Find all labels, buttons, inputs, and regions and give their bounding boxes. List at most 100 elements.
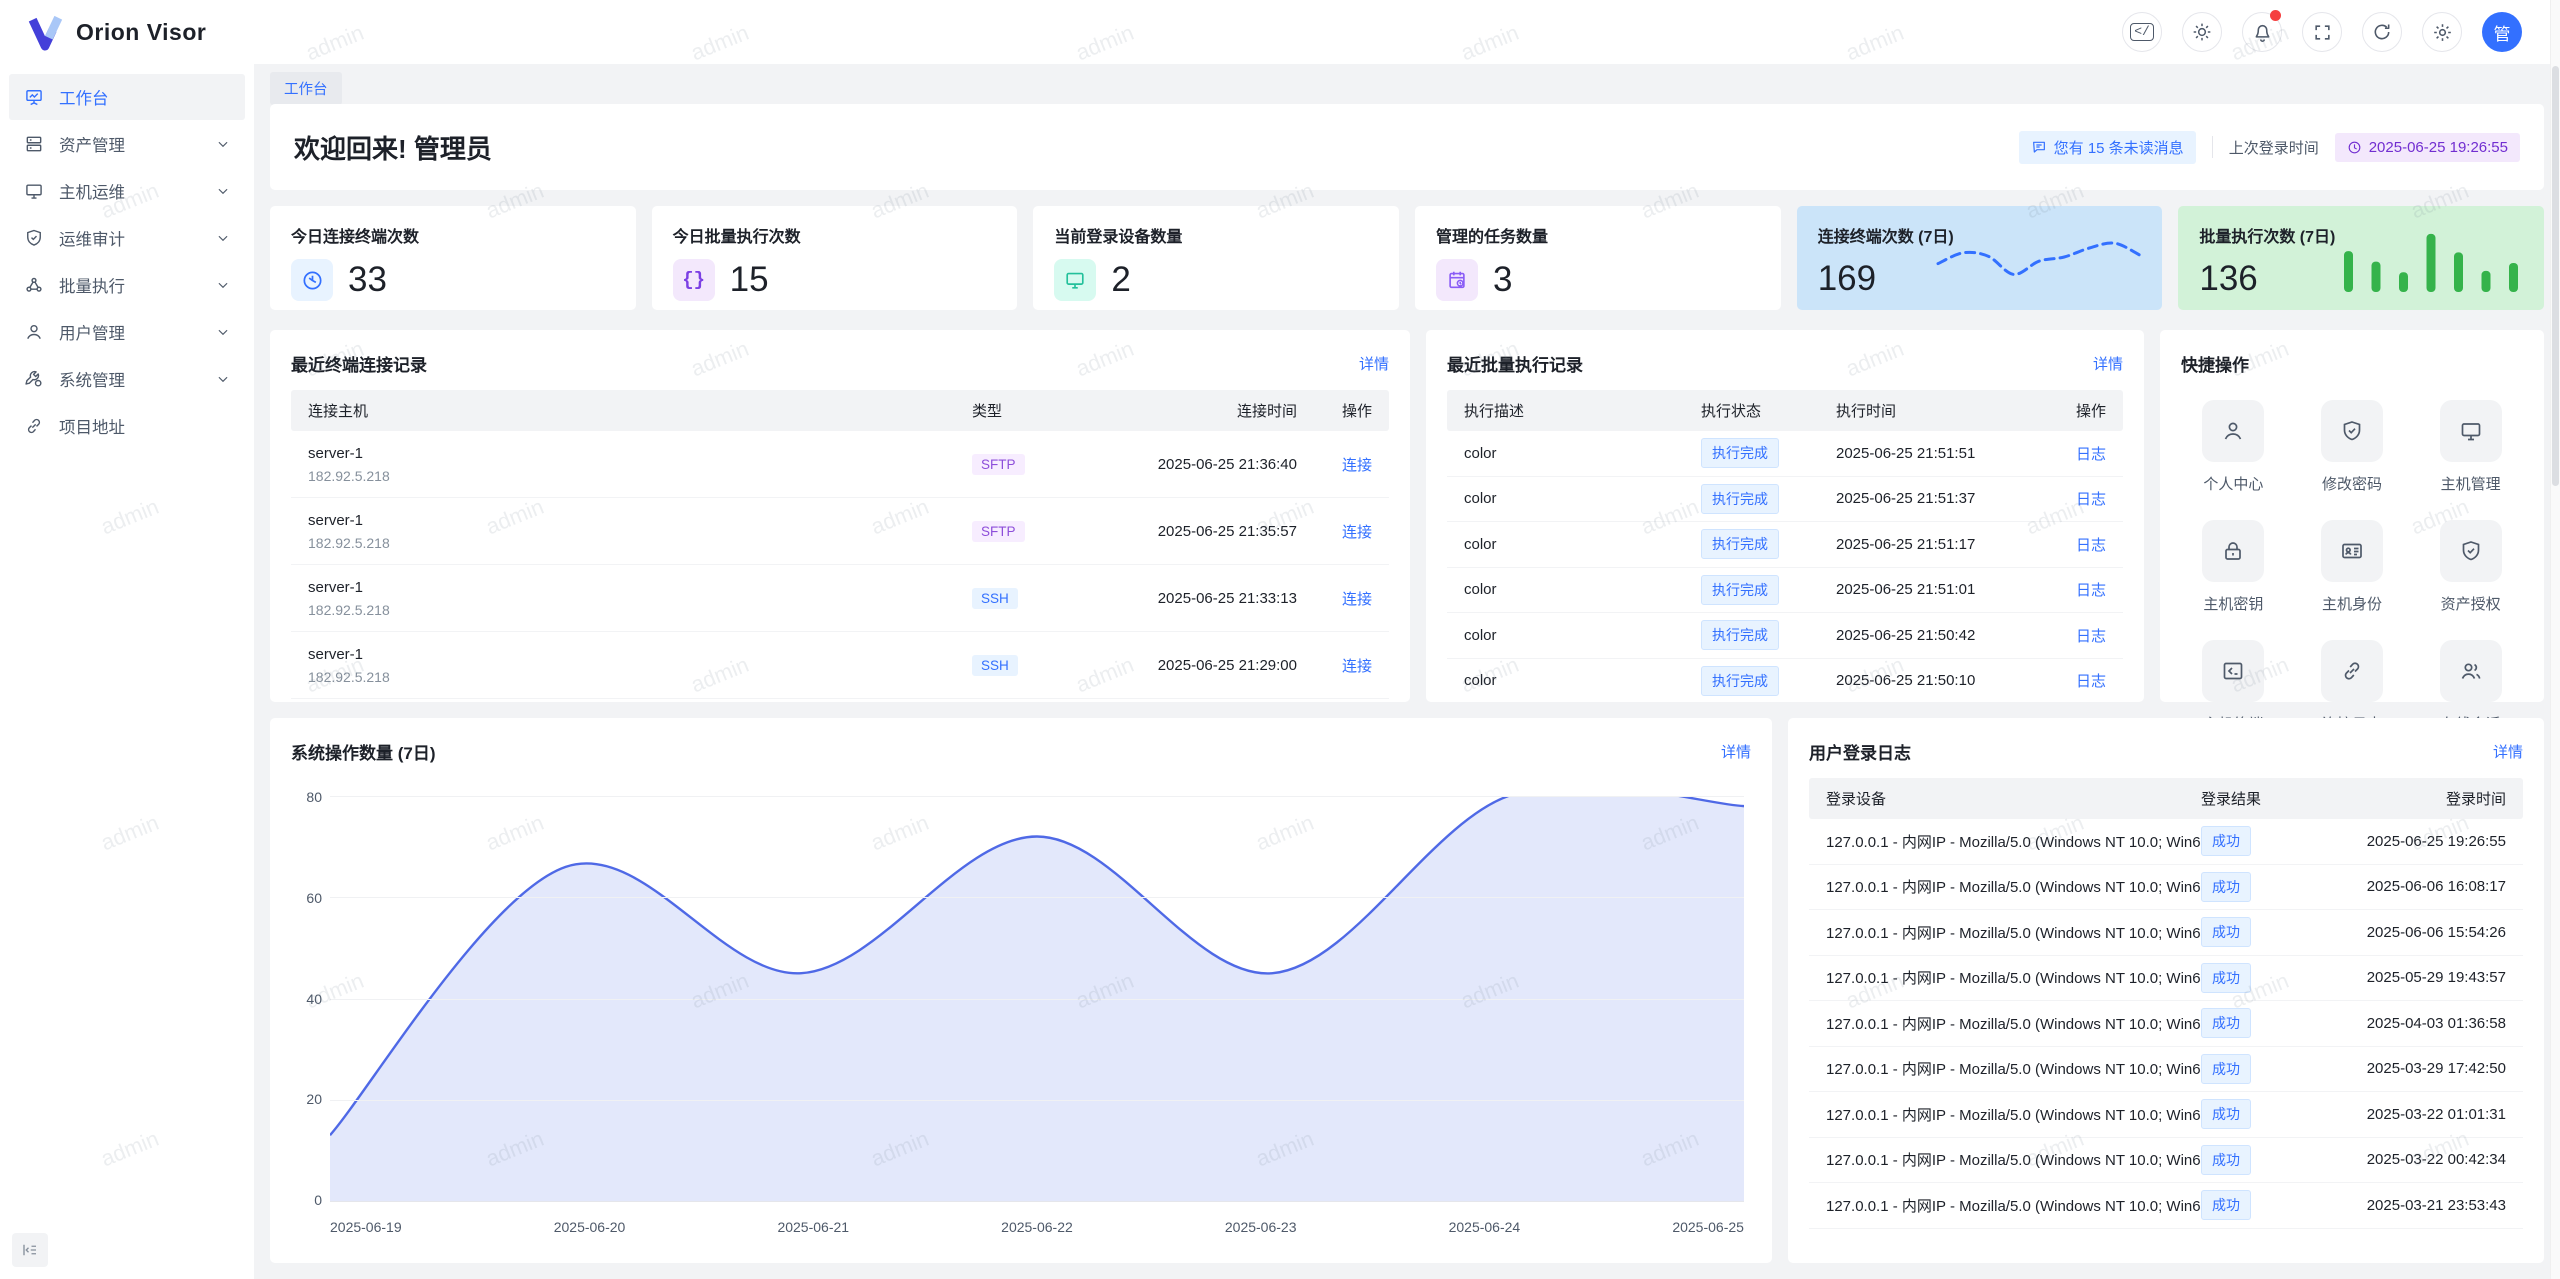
column-header: 操作 bbox=[1297, 400, 1372, 421]
quick-action-label: 主机密钥 bbox=[2203, 593, 2263, 614]
stat-value: 136 bbox=[2199, 259, 2257, 299]
quick-action-profile[interactable]: 个人中心 bbox=[2174, 400, 2293, 494]
monitor-icon bbox=[1064, 269, 1086, 291]
host-name: server-1 bbox=[308, 579, 972, 596]
execution-time: 2025-06-25 21:50:10 bbox=[1836, 672, 2051, 689]
log-link[interactable]: 日志 bbox=[2076, 446, 2106, 463]
host-ip: 182.92.5.218 bbox=[308, 669, 972, 685]
x-tick-label: 2025-06-24 bbox=[1449, 1219, 1521, 1235]
table-header: 执行描述 执行状态 执行时间 操作 bbox=[1447, 390, 2123, 431]
connect-link[interactable]: 连接 bbox=[1342, 658, 1372, 675]
sidebar-nav: 工作台 资产管理 主机运维 运维审计 批量执行 bbox=[0, 64, 254, 1279]
log-link[interactable]: 日志 bbox=[2076, 537, 2106, 554]
unread-messages-badge[interactable]: 您有 15 条未读消息 bbox=[2019, 131, 2196, 164]
login-detail-link[interactable]: 详情 bbox=[2493, 741, 2523, 762]
table-row: color 执行完成 2025-06-25 21:51:01 日志 bbox=[1447, 568, 2123, 614]
sidebar-item-label: 系统管理 bbox=[59, 367, 125, 391]
chart-detail-link[interactable]: 详情 bbox=[1721, 741, 1751, 762]
log-link[interactable]: 日志 bbox=[2076, 628, 2106, 645]
login-time: 2025-06-06 15:54:26 bbox=[2306, 924, 2506, 941]
table-row: color 执行完成 2025-06-25 21:50:42 日志 bbox=[1447, 613, 2123, 659]
host-name: server-1 bbox=[308, 512, 972, 529]
quick-action-host-keys[interactable]: 主机密钥 bbox=[2174, 520, 2293, 614]
sidebar-item-batch[interactable]: 批量执行 bbox=[9, 262, 245, 308]
login-device: 127.0.0.1 - 内网IP - Mozilla/5.0 (Windows … bbox=[1826, 1013, 2201, 1034]
connection-type-badge: SFTP bbox=[972, 521, 1025, 542]
sidebar-item-label: 用户管理 bbox=[59, 320, 125, 344]
quick-action-asset-authorization[interactable]: 资产授权 bbox=[2411, 520, 2530, 614]
quick-action-host-management[interactable]: 主机管理 bbox=[2411, 400, 2530, 494]
connection-time: 2025-06-25 21:35:57 bbox=[1072, 523, 1297, 540]
quick-action-change-password[interactable]: 修改密码 bbox=[2293, 400, 2412, 494]
quick-action-host-identity[interactable]: 主机身份 bbox=[2293, 520, 2412, 614]
sparkline-path bbox=[1938, 243, 2140, 274]
quick-action-label: 主机身份 bbox=[2322, 593, 2382, 614]
log-link[interactable]: 日志 bbox=[2076, 491, 2106, 508]
table-header: 连接主机 类型 连接时间 操作 bbox=[291, 390, 1389, 431]
sidebar-item-label: 资产管理 bbox=[59, 132, 125, 156]
table-row: color 执行完成 2025-06-25 21:51:51 日志 bbox=[1447, 431, 2123, 477]
sidebar-item-audit[interactable]: 运维审计 bbox=[9, 215, 245, 261]
task-calendar-icon bbox=[1446, 269, 1468, 291]
message-icon bbox=[2031, 139, 2047, 155]
connect-link[interactable]: 连接 bbox=[1342, 457, 1372, 474]
page-scrollbar[interactable] bbox=[2550, 0, 2560, 1279]
terminal-detail-link[interactable]: 详情 bbox=[1359, 353, 1389, 374]
x-tick-label: 2025-06-19 bbox=[330, 1219, 402, 1235]
host-name: server-1 bbox=[308, 445, 972, 462]
sidebar-item-project-link[interactable]: 项目地址 bbox=[9, 403, 245, 449]
execution-status-badge: 执行完成 bbox=[1701, 529, 1779, 559]
execution-description: color bbox=[1464, 627, 1701, 644]
login-time: 2025-05-29 19:43:57 bbox=[2306, 969, 2506, 986]
login-result-badge: 成功 bbox=[2201, 1145, 2251, 1175]
table-row: server-1 182.92.5.218 SSH 2025-06-25 21:… bbox=[291, 565, 1389, 632]
log-link[interactable]: 日志 bbox=[2076, 582, 2106, 599]
login-device: 127.0.0.1 - 内网IP - Mozilla/5.0 (Windows … bbox=[1826, 1058, 2201, 1079]
log-link[interactable]: 日志 bbox=[2076, 673, 2106, 690]
last-login-time: 2025-06-25 19:26:55 bbox=[2369, 139, 2508, 156]
shield-check-icon bbox=[2459, 539, 2483, 563]
theme-toggle-button[interactable] bbox=[2182, 12, 2222, 52]
user-icon bbox=[24, 322, 44, 342]
chevron-down-icon bbox=[216, 184, 230, 198]
sidebar-item-assets[interactable]: 资产管理 bbox=[9, 121, 245, 167]
connect-link[interactable]: 连接 bbox=[1342, 591, 1372, 608]
execution-time: 2025-06-25 21:51:37 bbox=[1836, 490, 2051, 507]
login-time: 2025-06-25 19:26:55 bbox=[2306, 833, 2506, 850]
asset-server-icon bbox=[24, 134, 44, 154]
sidebar-item-users[interactable]: 用户管理 bbox=[9, 309, 245, 355]
chart-plot-area bbox=[330, 796, 1744, 1201]
login-device: 127.0.0.1 - 内网IP - Mozilla/5.0 (Windows … bbox=[1826, 922, 2201, 943]
fullscreen-button[interactable] bbox=[2302, 12, 2342, 52]
refresh-button[interactable] bbox=[2362, 12, 2402, 52]
stat-cards-row: 今日连接终端次数 33 今日批量执行次数 {} 15 当前登录设备数量 bbox=[270, 206, 2544, 310]
sidebar-item-host-ops[interactable]: 主机运维 bbox=[9, 168, 245, 214]
column-header: 操作 bbox=[2051, 400, 2106, 421]
chevron-down-icon bbox=[216, 137, 230, 151]
table-row: 127.0.0.1 - 内网IP - Mozilla/5.0 (Windows … bbox=[1809, 1092, 2523, 1138]
code-view-button[interactable]: </ bbox=[2122, 12, 2162, 52]
scrollbar-thumb[interactable] bbox=[2552, 66, 2559, 486]
collapse-sidebar-icon bbox=[21, 1241, 39, 1259]
connect-link[interactable]: 连接 bbox=[1342, 524, 1372, 541]
notifications-button[interactable] bbox=[2242, 12, 2282, 52]
app-logo: Orion Visor bbox=[26, 13, 206, 51]
breadcrumb[interactable]: 工作台 bbox=[270, 72, 342, 105]
column-header: 执行描述 bbox=[1464, 400, 1701, 421]
column-header: 类型 bbox=[972, 400, 1072, 421]
stat-label: 今日连接终端次数 bbox=[291, 223, 615, 247]
settings-button[interactable] bbox=[2422, 12, 2462, 52]
sidebar-item-label: 运维审计 bbox=[59, 226, 125, 250]
sidebar-item-workbench[interactable]: 工作台 bbox=[9, 74, 245, 120]
batch-detail-link[interactable]: 详情 bbox=[2093, 353, 2123, 374]
host-ip: 182.92.5.218 bbox=[308, 468, 972, 484]
connection-type-badge: SFTP bbox=[972, 454, 1025, 475]
batch-7d-bars bbox=[2336, 216, 2526, 296]
sidebar-collapse-button[interactable] bbox=[12, 1233, 48, 1267]
execution-description: color bbox=[1464, 536, 1701, 553]
sidebar-item-system[interactable]: 系统管理 bbox=[9, 356, 245, 402]
x-tick-label: 2025-06-22 bbox=[1001, 1219, 1073, 1235]
user-avatar[interactable]: 管 bbox=[2482, 12, 2522, 52]
host-ip: 182.92.5.218 bbox=[308, 535, 972, 551]
monitor-icon bbox=[24, 181, 44, 201]
